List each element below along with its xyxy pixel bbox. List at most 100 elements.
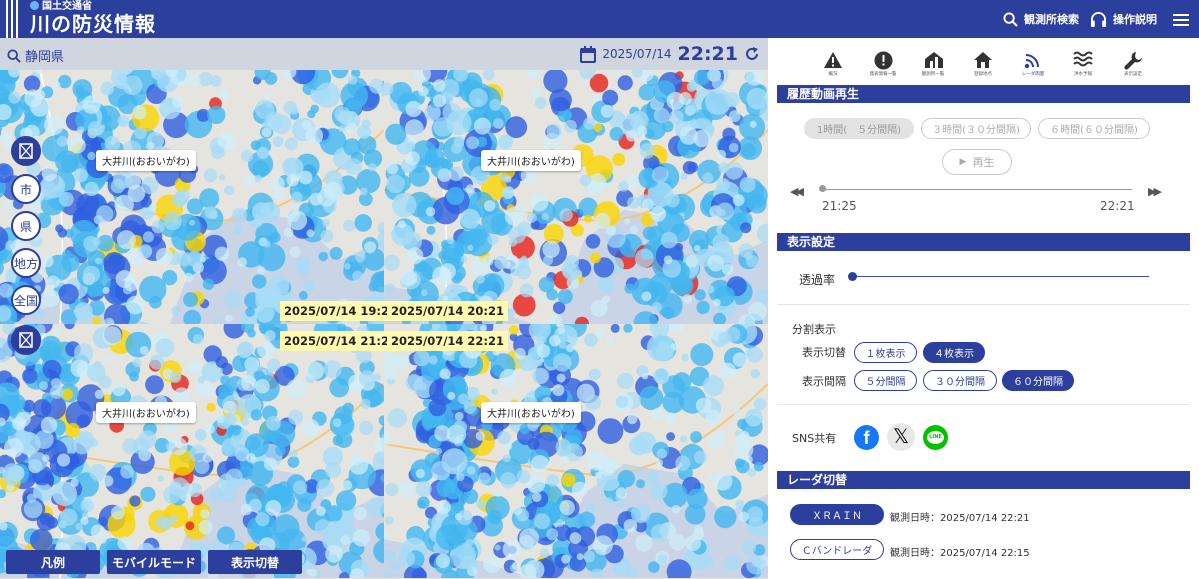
facebook-icon[interactable]: f xyxy=(854,425,879,450)
datetime-display: 2025/07/14 22:21 xyxy=(580,43,760,65)
xrain-observation-time: 観測日時：2025/07/14 22:21 xyxy=(890,513,1030,524)
opacity-label: 透過率 xyxy=(799,273,836,287)
river-label[interactable]: 大井川(おおいがわ) xyxy=(96,150,196,171)
location-name: 静岡県 xyxy=(25,50,65,65)
display-switch-button[interactable]: 表示切替 xyxy=(208,550,302,574)
tool-label: 登録地点 xyxy=(974,72,992,77)
opacity-slider-track[interactable] xyxy=(852,276,1149,277)
ministry-label: 国土交通省 xyxy=(42,1,92,12)
legend-button[interactable]: 凡例 xyxy=(6,550,100,574)
radar-map xyxy=(0,324,384,578)
radar-panel[interactable]: 大井川(おおいがわ) xyxy=(0,70,384,324)
zoom-nation-button[interactable]: 全国 xyxy=(11,285,41,315)
opacity-slider-handle[interactable] xyxy=(848,272,857,281)
interval-60min-button[interactable]: ６０分間隔 xyxy=(1002,370,1074,391)
single-view-button[interactable]: １枚表示 xyxy=(854,342,917,363)
zoom-prefecture-button[interactable]: 県 xyxy=(11,211,41,241)
playback-slider-track[interactable] xyxy=(821,189,1132,190)
range-6h-button[interactable]: ６時間(６０分間隔) xyxy=(1038,118,1150,139)
zoom-city-button[interactable]: 市 xyxy=(11,174,41,204)
ministry-logo-icon xyxy=(30,1,39,10)
split-display-label: 分割表示 xyxy=(792,323,836,336)
radar-icon xyxy=(1024,54,1039,69)
switch-label: 表示切替 xyxy=(802,346,846,359)
display-settings-title: 表示設定 xyxy=(777,233,1190,251)
rewind-icon[interactable]: ◀◀ xyxy=(790,185,804,198)
tool-overview[interactable]: 概況 xyxy=(813,48,853,78)
play-button[interactable]: ▶ 再生 xyxy=(942,149,1012,175)
wrench-icon xyxy=(1123,51,1142,70)
fullscreen-toggle-button[interactable] xyxy=(11,136,41,166)
tool-announcements[interactable]: 発表情報一覧 xyxy=(863,48,903,78)
station-list-icon xyxy=(924,52,943,68)
history-section-title: 履歴動画再生 xyxy=(777,85,1190,103)
river-label[interactable]: 大井川(おおいがわ) xyxy=(96,402,196,423)
tool-registered-points[interactable]: 登録地点 xyxy=(963,48,1003,78)
radar-map-area[interactable]: 大井川(おおいがわ) 大井川(おおいがわ) 大井川(おおいがわ) 大井川(おおい… xyxy=(0,70,768,579)
location-selector[interactable]: 静岡県 xyxy=(7,46,64,65)
interval-5min-button[interactable]: ５分間隔 xyxy=(854,370,917,391)
xrain-button[interactable]: ＸＲＡＩＮ xyxy=(790,504,884,525)
interval-label: 表示間隔 xyxy=(802,375,846,388)
divider xyxy=(777,404,1190,405)
radar-panel[interactable]: 大井川(おおいがわ) xyxy=(0,324,384,578)
playback-slider-handle[interactable] xyxy=(819,185,826,192)
radar-panel[interactable]: 大井川(おおいがわ) xyxy=(384,324,768,578)
panel-timestamp: 2025/07/14 20:21 xyxy=(387,301,509,321)
app-title[interactable]: 川の防災情報 xyxy=(30,12,156,36)
panel-timestamp: 2025/07/14 19:21 xyxy=(280,301,402,321)
location-bar: 静岡県 2025/07/14 22:21 xyxy=(0,38,768,70)
x-twitter-icon[interactable]: 𝕏 xyxy=(887,423,915,451)
tool-label: 洪水予報 xyxy=(1074,72,1092,77)
radar-map xyxy=(384,324,768,578)
fullscreen-icon xyxy=(19,332,33,348)
river-label[interactable]: 大井川(おおいがわ) xyxy=(481,402,581,423)
river-label[interactable]: 大井川(おおいがわ) xyxy=(481,150,581,171)
tool-label: 観測所一覧 xyxy=(921,72,945,77)
mobile-mode-button[interactable]: モバイルモード xyxy=(107,550,201,574)
tool-radar-rainfall[interactable]: レーダ雨量 xyxy=(1013,48,1053,78)
layer-toggle-button[interactable] xyxy=(11,325,41,355)
panel-timestamp: 2025/07/14 21:21 xyxy=(280,331,402,351)
range-3h-button[interactable]: ３時間(３０分間隔) xyxy=(921,118,1031,139)
play-label: 再生 xyxy=(972,156,995,169)
zoom-region-button[interactable]: 地方 xyxy=(11,248,41,278)
app-header: 国土交通省 川の防災情報 観測所検索 操作説明 xyxy=(0,0,1199,38)
tool-label: 概況 xyxy=(828,72,838,77)
headset-icon xyxy=(1090,12,1107,28)
tool-display-settings[interactable]: 表示設定 xyxy=(1113,48,1153,78)
sns-share-label: SNS共有 xyxy=(792,432,837,445)
fullscreen-icon xyxy=(19,143,33,159)
fast-forward-icon[interactable]: ▶▶ xyxy=(1148,185,1162,198)
control-panel: 概況 発表情報一覧 観測所一覧 登録地点 レーダ雨量 洪水予報 表示設定 履歴動… xyxy=(768,38,1199,579)
search-icon xyxy=(7,48,21,63)
calendar-icon[interactable] xyxy=(580,45,597,63)
quad-view-button[interactable]: ４枚表示 xyxy=(923,342,985,363)
tool-flood-forecast[interactable]: 洪水予報 xyxy=(1063,48,1103,78)
tool-label: 発表情報一覧 xyxy=(869,72,897,77)
help-button[interactable]: 操作説明 xyxy=(1090,12,1157,28)
logo-stripes xyxy=(6,0,20,38)
menu-icon[interactable] xyxy=(1173,14,1189,26)
refresh-icon[interactable] xyxy=(744,46,760,62)
toolbar: 概況 発表情報一覧 観測所一覧 登録地点 レーダ雨量 洪水予報 表示設定 xyxy=(768,48,1199,84)
divider xyxy=(777,304,1190,305)
radar-panel[interactable]: 大井川(おおいがわ) xyxy=(384,70,768,324)
help-label: 操作説明 xyxy=(1113,13,1157,26)
interval-30min-button[interactable]: ３０分間隔 xyxy=(923,370,997,391)
tool-label: レーダ雨量 xyxy=(1021,72,1045,77)
range-1h-button[interactable]: 1時間( ５分間隔) xyxy=(804,118,914,139)
search-icon xyxy=(1003,12,1018,27)
station-search-label: 観測所検索 xyxy=(1024,12,1079,26)
station-search-button[interactable]: 観測所検索 xyxy=(1003,12,1079,27)
observation-date: 2025/07/14 xyxy=(602,47,672,61)
flood-icon xyxy=(1073,51,1093,67)
tool-station-list[interactable]: 観測所一覧 xyxy=(913,48,953,78)
radar-switch-title: レーダ切替 xyxy=(777,471,1190,489)
cband-observation-time: 観測日時：2025/07/14 22:15 xyxy=(890,548,1030,559)
warning-icon xyxy=(824,52,842,68)
home-icon xyxy=(974,52,992,68)
alert-circle-icon xyxy=(874,51,892,69)
line-icon[interactable]: LINE xyxy=(923,425,948,450)
cband-radar-button[interactable]: Ｃバンドレーダ xyxy=(790,539,884,560)
